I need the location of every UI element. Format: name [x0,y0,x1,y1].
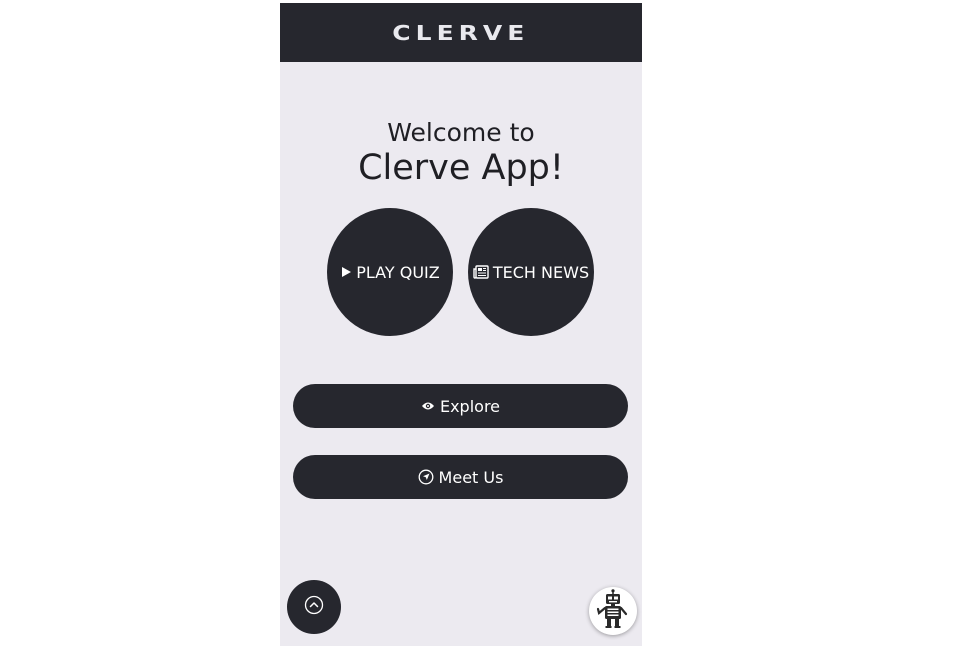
chatbot-button[interactable] [589,587,637,635]
meet-us-button[interactable]: Meet Us [293,455,628,499]
app-logo[interactable]: CLERVE [392,21,529,45]
meet-us-label: Meet Us [438,467,504,487]
play-quiz-label: PLAY QUIZ [356,262,440,282]
tech-news-label: TECH NEWS [492,262,590,282]
newspaper-icon [473,265,489,279]
robot-icon [595,589,631,633]
app-screen: CLERVE Welcome to Clerve App! PLAY QUIZ … [280,3,642,646]
app-title: Clerve App! [358,148,564,188]
compass-icon [418,469,434,485]
explore-label: Explore [439,396,501,416]
tech-news-button[interactable]: TECH NEWS [468,208,594,336]
explore-button[interactable]: Explore [293,384,628,428]
top-bar: CLERVE [280,3,642,62]
scroll-top-button[interactable] [287,580,341,634]
chevron-up-icon [304,595,324,619]
welcome-text: Welcome to [387,118,535,147]
play-quiz-button[interactable]: PLAY QUIZ [327,208,453,336]
play-icon [340,266,352,278]
eye-icon [421,401,435,411]
